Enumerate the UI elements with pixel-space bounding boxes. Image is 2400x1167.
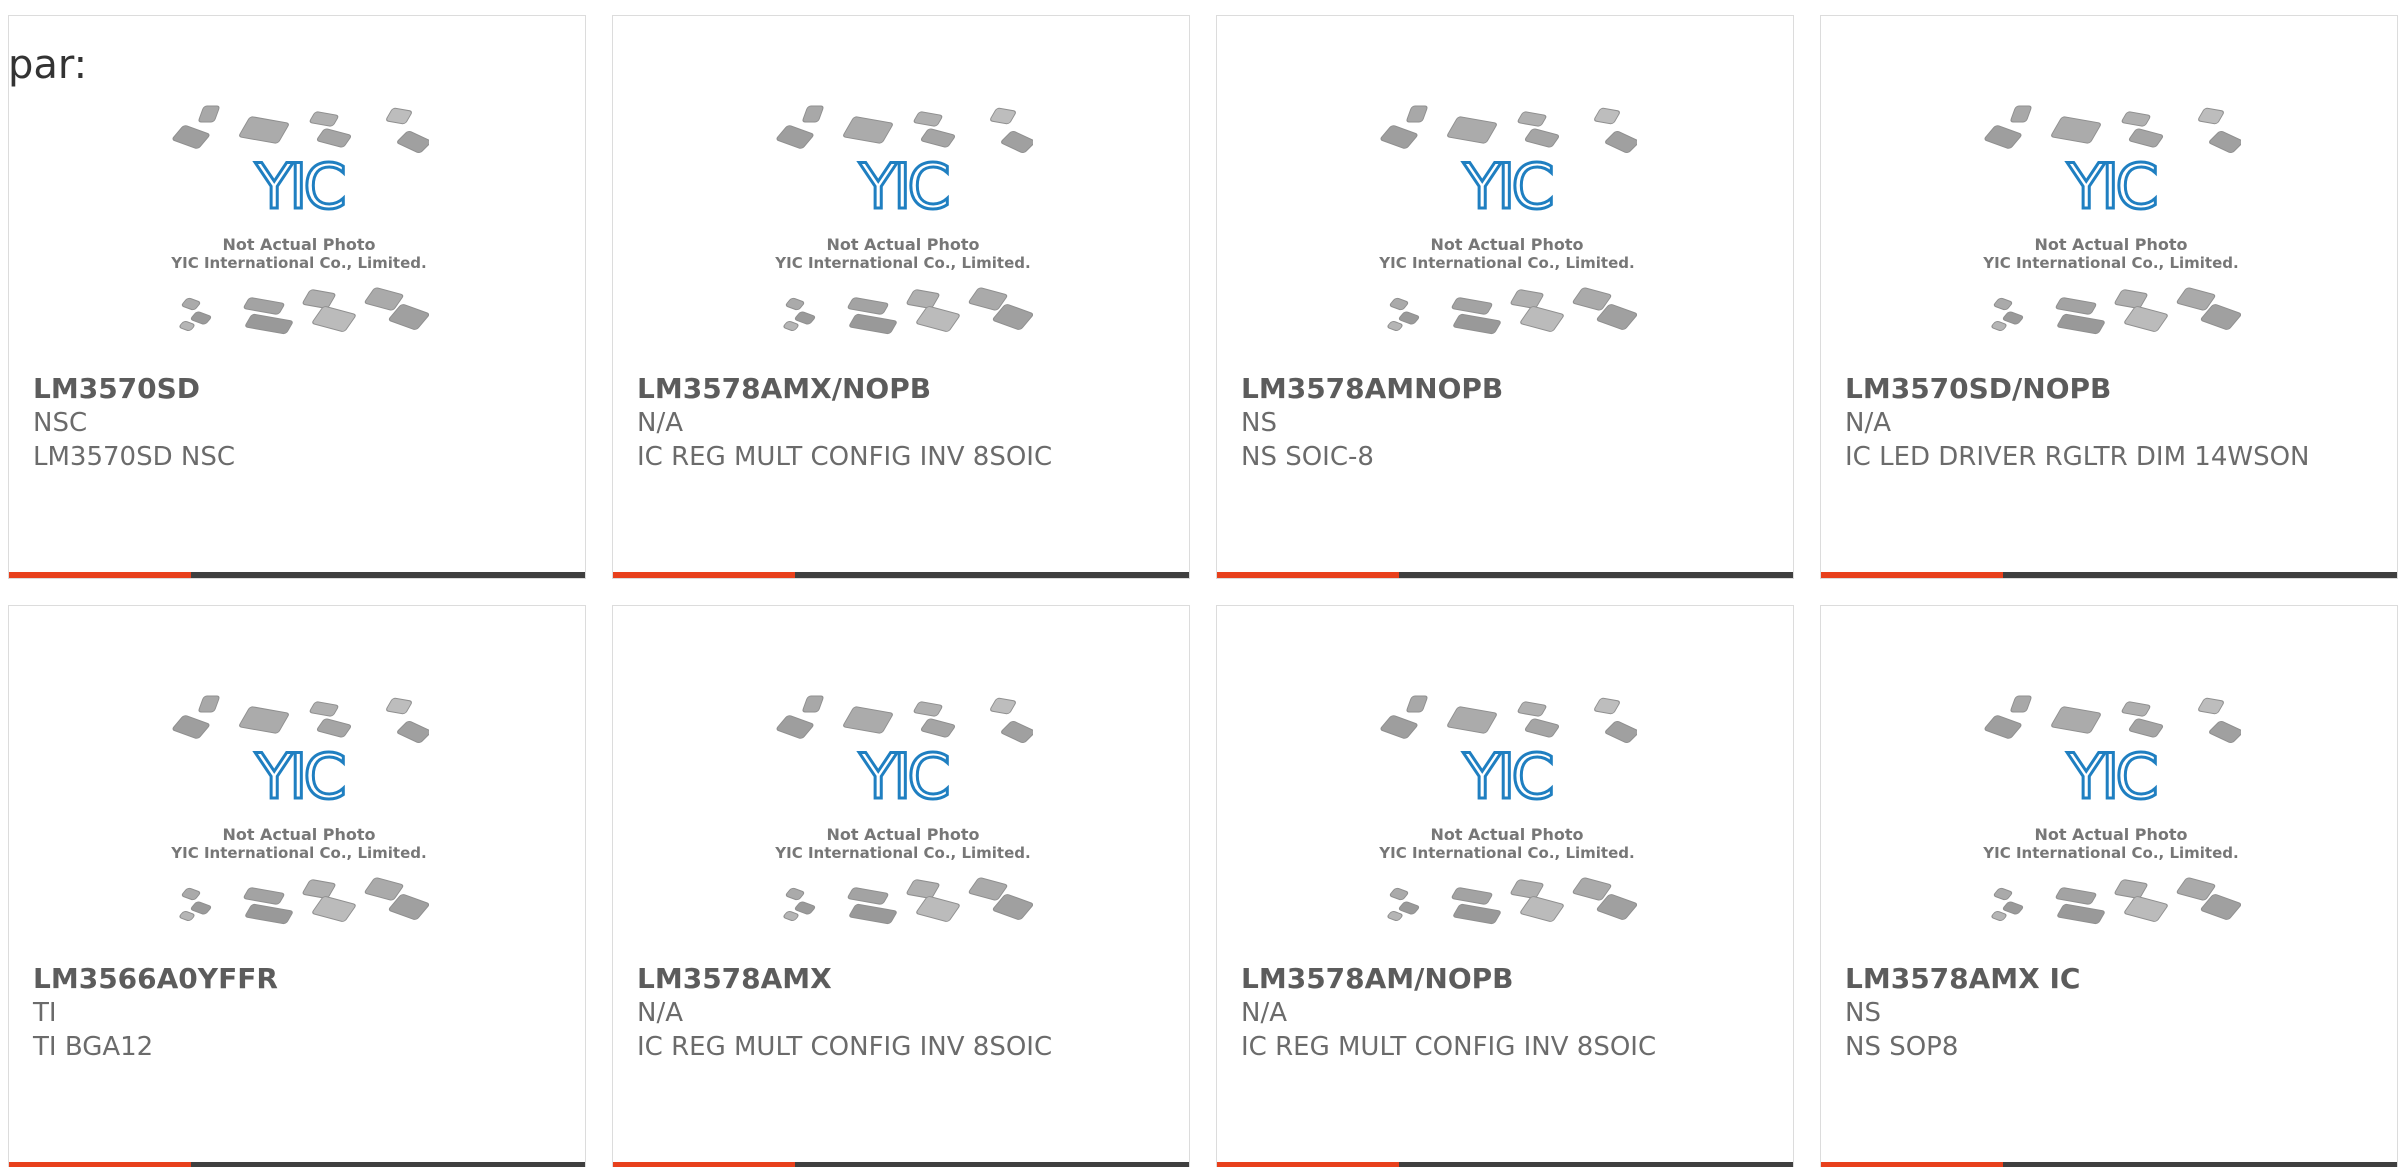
placeholder-photo: YIC Not Actual PhotoYIC International Co.… bbox=[774, 695, 1033, 925]
card-bottom-bar bbox=[613, 572, 1189, 578]
placeholder-photo: YIC Not Actual PhotoYIC International Co.… bbox=[1378, 695, 1637, 925]
svg-text:Not Actual Photo: Not Actual Photo bbox=[222, 235, 375, 254]
card-accent-bar bbox=[613, 1162, 795, 1167]
product-card[interactable]: YIC Not Actual Photo YIC International Co.… bbox=[8, 605, 586, 1167]
manufacturer: N/A bbox=[637, 408, 683, 438]
product-card[interactable]: YIC Not Actual Photo YIC International Co.… bbox=[1216, 605, 1794, 1167]
card-bottom-bar bbox=[613, 1162, 1189, 1167]
card-accent-bar bbox=[1821, 572, 2003, 578]
product-info: LM3570SD NSC LM3570SD NSC bbox=[33, 372, 553, 474]
description: LM3570SD NSC bbox=[33, 442, 235, 472]
part-number[interactable]: LM3578AMNOPB bbox=[1241, 372, 1761, 406]
placeholder-photo: YIC Not Actual PhotoYIC International Co.… bbox=[1982, 105, 2241, 335]
description: IC REG MULT CONFIG INV 8SOIC bbox=[637, 442, 1053, 472]
product-info: LM3566A0YFFR TI TI BGA12 bbox=[33, 962, 553, 1064]
manufacturer: NSC bbox=[33, 408, 88, 438]
card-bottom-bar bbox=[1217, 1162, 1793, 1167]
svg-text:YIC: YIC bbox=[858, 150, 947, 223]
svg-text:Not Actual Photo: Not Actual Photo bbox=[1430, 825, 1583, 844]
part-number[interactable]: LM3578AMX bbox=[637, 962, 1157, 996]
svg-text:Not Actual Photo: Not Actual Photo bbox=[2034, 825, 2187, 844]
svg-text:YIC International Co., Limited: YIC International Co., Limited. bbox=[1378, 254, 1634, 272]
placeholder-photo: YIC Not Actual PhotoYIC International Co.… bbox=[170, 105, 429, 335]
part-number[interactable]: LM3566A0YFFR bbox=[33, 962, 553, 996]
card-bottom-bar bbox=[9, 572, 585, 578]
description: NS SOP8 bbox=[1845, 1032, 1959, 1062]
manufacturer: N/A bbox=[637, 998, 683, 1028]
svg-text:YIC International Co., Limited: YIC International Co., Limited. bbox=[1982, 254, 2238, 272]
svg-text:YIC: YIC bbox=[858, 740, 947, 813]
product-page: par: YIC Not Actual Photo YIC Internationa… bbox=[0, 0, 2400, 1167]
product-card[interactable]: YIC Not Actual Photo YIC International Co.… bbox=[612, 15, 1190, 579]
part-number[interactable]: LM3570SD bbox=[33, 372, 553, 406]
product-info: LM3578AMNOPB NS NS SOIC-8 bbox=[1241, 372, 1761, 474]
section-label: par: bbox=[8, 42, 88, 88]
product-card[interactable]: YIC Not Actual Photo YIC International Co.… bbox=[612, 605, 1190, 1167]
svg-text:YIC International Co., Limited: YIC International Co., Limited. bbox=[1982, 844, 2238, 862]
placeholder-photo: YIC Not Actual PhotoYIC International Co.… bbox=[1982, 695, 2241, 925]
product-info: LM3578AM/NOPB N/A IC REG MULT CONFIG INV… bbox=[1241, 962, 1761, 1064]
product-info: LM3570SD/NOPB N/A IC LED DRIVER RGLTR DI… bbox=[1845, 372, 2365, 474]
placeholder-photo: YIC Not Actual PhotoYIC International Co.… bbox=[774, 105, 1033, 335]
description: NS SOIC-8 bbox=[1241, 442, 1374, 472]
card-bottom-bar bbox=[9, 1162, 585, 1167]
placeholder-photo: YIC Not Actual PhotoYIC International Co.… bbox=[170, 695, 429, 925]
manufacturer: NS bbox=[1241, 408, 1277, 438]
part-number[interactable]: LM3578AM/NOPB bbox=[1241, 962, 1761, 996]
svg-text:YIC: YIC bbox=[1462, 740, 1551, 813]
manufacturer: TI bbox=[33, 998, 57, 1028]
svg-text:YIC: YIC bbox=[1462, 150, 1551, 223]
part-number[interactable]: LM3570SD/NOPB bbox=[1845, 372, 2365, 406]
product-card[interactable]: YIC Not Actual Photo YIC International Co.… bbox=[1820, 15, 2398, 579]
description: IC LED DRIVER RGLTR DIM 14WSON bbox=[1845, 442, 2310, 472]
card-bottom-bar bbox=[1821, 1162, 2397, 1167]
svg-text:Not Actual Photo: Not Actual Photo bbox=[222, 825, 375, 844]
svg-text:YIC International Co., Limited: YIC International Co., Limited. bbox=[1378, 844, 1634, 862]
product-card[interactable]: YIC Not Actual Photo YIC International Co.… bbox=[1216, 15, 1794, 579]
manufacturer: N/A bbox=[1241, 998, 1287, 1028]
manufacturer: NS bbox=[1845, 998, 1881, 1028]
product-card[interactable]: YIC Not Actual Photo YIC International Co.… bbox=[1820, 605, 2398, 1167]
part-number[interactable]: LM3578AMX IC bbox=[1845, 962, 2365, 996]
card-accent-bar bbox=[9, 1162, 191, 1167]
svg-text:YIC International Co., Limited: YIC International Co., Limited. bbox=[170, 844, 426, 862]
manufacturer: N/A bbox=[1845, 408, 1891, 438]
svg-text:YIC: YIC bbox=[2066, 740, 2155, 813]
description: IC REG MULT CONFIG INV 8SOIC bbox=[637, 1032, 1053, 1062]
svg-text:YIC: YIC bbox=[254, 740, 343, 813]
card-accent-bar bbox=[1217, 1162, 1399, 1167]
product-grid: YIC Not Actual Photo YIC International Co.… bbox=[8, 15, 2400, 1167]
description: IC REG MULT CONFIG INV 8SOIC bbox=[1241, 1032, 1657, 1062]
card-accent-bar bbox=[9, 572, 191, 578]
part-number[interactable]: LM3578AMX/NOPB bbox=[637, 372, 1157, 406]
card-accent-bar bbox=[1217, 572, 1399, 578]
svg-text:Not Actual Photo: Not Actual Photo bbox=[826, 235, 979, 254]
svg-text:YIC International Co., Limited: YIC International Co., Limited. bbox=[774, 844, 1030, 862]
card-bottom-bar bbox=[1217, 572, 1793, 578]
description: TI BGA12 bbox=[33, 1032, 154, 1062]
svg-text:Not Actual Photo: Not Actual Photo bbox=[1430, 235, 1583, 254]
placeholder-photo: YIC Not Actual PhotoYIC International Co.… bbox=[1378, 105, 1637, 335]
product-info: LM3578AMX N/A IC REG MULT CONFIG INV 8SO… bbox=[637, 962, 1157, 1064]
card-accent-bar bbox=[1821, 1162, 2003, 1167]
card-accent-bar bbox=[613, 572, 795, 578]
product-card[interactable]: YIC Not Actual Photo YIC International Co.… bbox=[8, 15, 586, 579]
product-info: LM3578AMX IC NS NS SOP8 bbox=[1845, 962, 2365, 1064]
svg-text:YIC: YIC bbox=[254, 150, 343, 223]
svg-text:Not Actual Photo: Not Actual Photo bbox=[826, 825, 979, 844]
svg-text:YIC International Co., Limited: YIC International Co., Limited. bbox=[170, 254, 426, 272]
svg-text:YIC International Co., Limited: YIC International Co., Limited. bbox=[774, 254, 1030, 272]
card-bottom-bar bbox=[1821, 572, 2397, 578]
product-info: LM3578AMX/NOPB N/A IC REG MULT CONFIG IN… bbox=[637, 372, 1157, 474]
svg-text:YIC: YIC bbox=[2066, 150, 2155, 223]
svg-text:Not Actual Photo: Not Actual Photo bbox=[2034, 235, 2187, 254]
